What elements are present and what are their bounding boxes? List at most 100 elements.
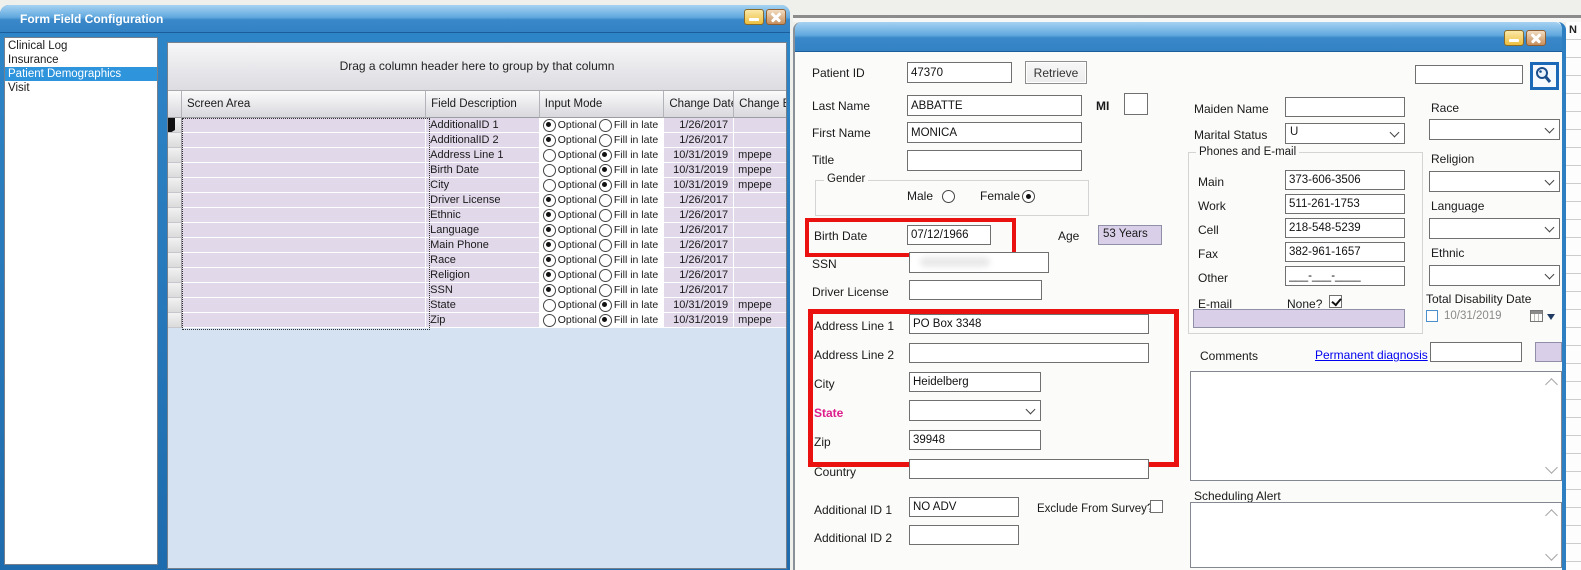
cell-input-mode[interactable]: OptionalFill in late <box>540 253 665 268</box>
patient-id-input[interactable] <box>907 62 1012 83</box>
grid-row[interactable]: CityOptionalFill in late10/31/2019mpepe <box>168 178 786 193</box>
total-disability-checkbox[interactable] <box>1426 310 1438 322</box>
cell-screen-area[interactable] <box>182 298 426 313</box>
cell-screen-area[interactable] <box>182 193 426 208</box>
zip-input[interactable] <box>909 430 1041 450</box>
radio-fill-in-late[interactable] <box>599 314 612 327</box>
minimize-button[interactable] <box>744 9 764 25</box>
row-indicator-cell[interactable] <box>168 133 182 148</box>
group-by-panel[interactable]: Drag a column header here to group by th… <box>168 43 786 91</box>
phone-main-input[interactable] <box>1285 170 1405 190</box>
left-title-bar[interactable]: Form Field Configuration <box>0 5 790 33</box>
cell-field-description[interactable]: City <box>426 178 540 193</box>
cell-screen-area[interactable] <box>182 283 426 298</box>
cell-field-description[interactable]: SSN <box>426 283 540 298</box>
row-indicator-cell[interactable] <box>168 193 182 208</box>
address2-input[interactable] <box>909 343 1149 363</box>
search-input[interactable] <box>1415 65 1523 84</box>
grid-row[interactable]: Main PhoneOptionalFill in late1/26/2017 <box>168 238 786 253</box>
state-combo[interactable] <box>909 400 1041 421</box>
cell-change-date[interactable]: 1/26/2017 <box>664 208 734 223</box>
cell-input-mode[interactable]: OptionalFill in late <box>540 118 665 133</box>
cell-screen-area[interactable] <box>182 178 426 193</box>
cell-change-date[interactable]: 10/31/2019 <box>664 298 734 313</box>
right-title-bar[interactable] <box>795 22 1562 52</box>
radio-fill-in-late[interactable] <box>599 254 612 267</box>
header-input-mode[interactable]: Input Mode <box>540 91 665 118</box>
city-input[interactable] <box>909 372 1041 392</box>
radio-fill-in-late[interactable] <box>599 299 612 312</box>
radio-fill-in-late[interactable] <box>599 284 612 297</box>
cell-field-description[interactable]: Race <box>426 253 540 268</box>
email-none-checkbox[interactable] <box>1329 295 1342 308</box>
radio-fill-in-late[interactable] <box>599 209 612 222</box>
radio-optional[interactable] <box>543 314 556 327</box>
grid-row[interactable]: AdditionalID 2OptionalFill in late1/26/2… <box>168 133 786 148</box>
race-combo[interactable] <box>1429 119 1560 140</box>
phone-fax-input[interactable] <box>1285 242 1405 262</box>
chevron-down-icon[interactable] <box>1545 461 1558 474</box>
row-indicator-cell[interactable] <box>168 178 182 193</box>
sidebar-item-clinical-log[interactable]: Clinical Log <box>5 39 157 53</box>
cell-field-description[interactable]: Driver License <box>426 193 540 208</box>
radio-optional[interactable] <box>543 179 556 192</box>
first-name-input[interactable] <box>907 122 1082 143</box>
birth-date-input[interactable] <box>907 225 991 245</box>
header-change-by[interactable]: Change By <box>734 91 786 118</box>
cell-field-description[interactable]: AdditionalID 1 <box>426 118 540 133</box>
calendar-icon[interactable] <box>1530 310 1543 322</box>
cell-field-description[interactable]: Main Phone <box>426 238 540 253</box>
cell-screen-area[interactable] <box>182 118 426 133</box>
row-indicator-cell[interactable] <box>168 268 182 283</box>
cell-screen-area[interactable] <box>182 163 426 178</box>
diagnosis-code-input[interactable] <box>1430 342 1522 362</box>
permanent-diagnosis-link[interactable]: Permanent diagnosis <box>1315 348 1428 362</box>
mi-input[interactable] <box>1124 93 1148 115</box>
grid-row[interactable]: Birth DateOptionalFill in late10/31/2019… <box>168 163 786 178</box>
scheduling-alert-textarea[interactable] <box>1190 502 1562 568</box>
grid-row[interactable]: RaceOptionalFill in late1/26/2017 <box>168 253 786 268</box>
radio-optional[interactable] <box>543 209 556 222</box>
close-button[interactable] <box>766 9 786 25</box>
cell-field-description[interactable]: Zip <box>426 313 540 328</box>
phone-cell-input[interactable] <box>1285 218 1405 238</box>
header-field-description[interactable]: Field Description <box>426 91 540 118</box>
radio-optional[interactable] <box>543 119 556 132</box>
cell-screen-area[interactable] <box>182 223 426 238</box>
cell-field-description[interactable]: Religion <box>426 268 540 283</box>
radio-optional[interactable] <box>543 254 556 267</box>
grid-row[interactable]: Address Line 1OptionalFill in late10/31/… <box>168 148 786 163</box>
cell-change-date[interactable]: 10/31/2019 <box>664 148 734 163</box>
header-change-date[interactable]: Change Date <box>664 91 734 118</box>
grid-row[interactable]: StateOptionalFill in late10/31/2019mpepe <box>168 298 786 313</box>
chevron-up-icon[interactable] <box>1545 378 1558 391</box>
cell-change-date[interactable]: 10/31/2019 <box>664 178 734 193</box>
screen-list[interactable]: Clinical LogInsurancePatient Demographic… <box>4 37 158 565</box>
radio-optional[interactable] <box>543 194 556 207</box>
close-button[interactable] <box>1526 30 1546 46</box>
country-input[interactable] <box>909 459 1149 479</box>
comments-textarea[interactable] <box>1190 371 1562 481</box>
phone-other-input[interactable] <box>1285 266 1405 286</box>
phone-work-input[interactable] <box>1285 194 1405 214</box>
radio-fill-in-late[interactable] <box>599 164 612 177</box>
cell-change-by[interactable] <box>734 238 786 253</box>
row-indicator-cell[interactable] <box>168 223 182 238</box>
cell-change-by[interactable]: mpepe <box>734 148 786 163</box>
sidebar-item-patient-demographics[interactable]: Patient Demographics <box>5 67 157 81</box>
header-screen-area[interactable]: Screen Area <box>182 91 426 118</box>
cell-input-mode[interactable]: OptionalFill in late <box>540 298 665 313</box>
row-indicator-cell[interactable] <box>168 163 182 178</box>
cell-input-mode[interactable]: OptionalFill in late <box>540 163 665 178</box>
ssn-input[interactable] <box>909 252 1049 273</box>
cell-field-description[interactable]: Language <box>426 223 540 238</box>
radio-fill-in-late[interactable] <box>599 149 612 162</box>
row-indicator-cell[interactable] <box>168 313 182 328</box>
minimize-button[interactable] <box>1504 30 1524 46</box>
cell-field-description[interactable]: Birth Date <box>426 163 540 178</box>
radio-optional[interactable] <box>543 239 556 252</box>
search-button[interactable] <box>1530 62 1559 90</box>
radio-fill-in-late[interactable] <box>599 194 612 207</box>
cell-input-mode[interactable]: OptionalFill in late <box>540 238 665 253</box>
radio-fill-in-late[interactable] <box>599 239 612 252</box>
